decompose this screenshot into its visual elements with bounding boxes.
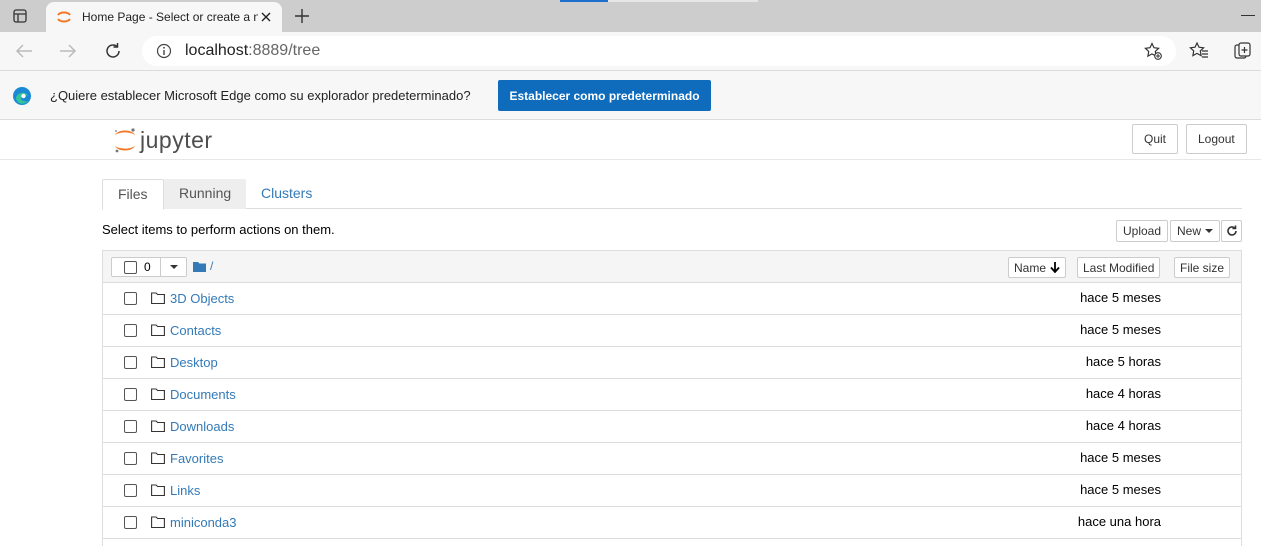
name-column-label: Name	[1014, 260, 1047, 275]
url-host: localhost	[185, 42, 249, 59]
address-bar[interactable]: localhost:8889/tree	[142, 36, 1176, 66]
list-item[interactable]: 3D Objects hace 5 meses	[103, 283, 1241, 315]
item-name-link[interactable]: Links	[170, 483, 200, 498]
item-modified: hace 5 meses	[1080, 482, 1161, 497]
item-name-link[interactable]: Documents	[170, 387, 236, 402]
site-info-icon[interactable]	[156, 43, 172, 59]
row-checkbox[interactable]	[124, 388, 137, 401]
url-text: localhost:8889/tree	[185, 42, 320, 60]
row-checkbox[interactable]	[124, 484, 137, 497]
edge-logo-icon	[13, 87, 31, 105]
new-tab-icon[interactable]	[292, 6, 312, 26]
folder-icon	[151, 452, 165, 464]
infobar-message: ¿Quiere establecer Microsoft Edge como s…	[50, 88, 471, 103]
jupyter-logo-icon	[115, 128, 135, 153]
jupyter-header: jupyter Quit Logout	[0, 120, 1261, 160]
add-favorite-icon[interactable]	[1144, 42, 1162, 60]
home-folder-icon[interactable]	[193, 261, 206, 272]
row-checkbox[interactable]	[124, 324, 137, 337]
breadcrumb[interactable]: /	[193, 259, 213, 273]
new-dropdown-button[interactable]: New	[1170, 220, 1221, 242]
item-modified: hace 4 horas	[1085, 386, 1161, 401]
item-modified: hace 5 meses	[1080, 290, 1161, 305]
favorites-icon[interactable]	[1189, 41, 1209, 61]
sort-by-name-button[interactable]: Name	[1008, 257, 1067, 278]
tab-strip-accent	[560, 0, 608, 2]
new-caret-icon	[1205, 229, 1214, 233]
set-default-button[interactable]: Establecer como predeterminado	[498, 80, 711, 111]
folder-icon	[151, 420, 165, 432]
jupyter-favicon-icon	[57, 11, 71, 23]
tab-strip-divider	[608, 0, 758, 2]
row-checkbox[interactable]	[124, 420, 137, 433]
item-modified: hace 4 horas	[1085, 418, 1161, 433]
list-item[interactable]: Desktop hace 5 horas	[103, 347, 1241, 379]
quit-button[interactable]: Quit	[1132, 124, 1179, 154]
selected-count: 0	[144, 260, 151, 274]
jupyter-logo-text: jupyter	[140, 126, 213, 153]
sort-by-modified-button[interactable]: Last Modified	[1077, 257, 1161, 278]
browser-tab-strip: Home Page - Select or create a n	[0, 0, 1261, 32]
browser-tab-title: Home Page - Select or create a n	[82, 10, 258, 24]
row-checkbox[interactable]	[124, 516, 137, 529]
dashboard-tabs: Files Running Clusters	[102, 179, 1242, 210]
tab-clusters[interactable]: Clusters	[246, 179, 327, 209]
item-name-link[interactable]: Downloads	[170, 419, 234, 434]
item-name-link[interactable]: Contacts	[170, 323, 221, 338]
select-all-box[interactable]	[124, 260, 137, 274]
select-all-checkbox[interactable]: 0	[111, 257, 161, 277]
refresh-list-button[interactable]	[1221, 220, 1242, 242]
item-name-link[interactable]: Favorites	[170, 451, 223, 466]
close-tab-icon[interactable]	[258, 9, 274, 25]
jupyter-logo[interactable]: jupyter	[112, 125, 213, 155]
browser-tab-active[interactable]: Home Page - Select or create a n	[46, 2, 282, 32]
logout-button[interactable]: Logout	[1186, 124, 1247, 154]
sort-by-size-button[interactable]: File size	[1174, 257, 1231, 278]
list-item[interactable]: Links hace 5 meses	[103, 475, 1241, 507]
item-modified: hace una hora	[1077, 514, 1161, 529]
minimize-icon[interactable]	[1241, 15, 1255, 16]
item-modified: hace 5 meses	[1080, 450, 1161, 465]
new-button-label: New	[1177, 224, 1202, 238]
folder-icon	[151, 356, 165, 368]
file-list-header: 0 / Name Last Modified File size	[103, 251, 1241, 283]
tab-files[interactable]: Files	[102, 179, 164, 210]
breadcrumb-separator: /	[210, 259, 214, 273]
folder-icon	[151, 324, 165, 336]
item-name-link[interactable]: Desktop	[170, 355, 218, 370]
row-checkbox[interactable]	[124, 452, 137, 465]
row-checkbox[interactable]	[124, 292, 137, 305]
tab-running[interactable]: Running	[164, 179, 247, 209]
item-name-link[interactable]: 3D Objects	[170, 291, 234, 306]
select-all-group: 0	[111, 257, 187, 277]
forward-arrow-icon[interactable]	[58, 41, 78, 61]
address-toolbar: localhost:8889/tree	[0, 32, 1261, 70]
sort-arrow-down-icon	[1050, 262, 1060, 273]
select-menu-dropdown[interactable]	[161, 257, 187, 277]
collections-icon[interactable]	[1233, 41, 1253, 61]
list-item[interactable]: Contacts hace 5 meses	[103, 315, 1241, 347]
selection-hint: Select items to perform actions on them.	[102, 222, 335, 237]
list-item[interactable]: Documents hace 4 horas	[103, 379, 1241, 411]
refresh-icon[interactable]	[103, 41, 123, 61]
folder-icon	[151, 388, 165, 400]
item-modified: hace 5 horas	[1085, 354, 1161, 369]
folder-icon	[151, 484, 165, 496]
row-checkbox[interactable]	[124, 356, 137, 369]
item-name-link[interactable]: miniconda3	[170, 515, 237, 530]
list-item[interactable]: Downloads hace 4 horas	[103, 411, 1241, 443]
default-browser-infobar: ¿Quiere establecer Microsoft Edge como s…	[0, 70, 1261, 120]
upload-button[interactable]: Upload	[1116, 220, 1169, 242]
list-item[interactable]: miniconda3 hace una hora	[103, 507, 1241, 539]
chevron-down-icon	[169, 265, 178, 269]
folder-icon	[151, 292, 165, 304]
list-item[interactable]: Favorites hace 5 meses	[103, 443, 1241, 475]
tab-actions-icon[interactable]	[10, 7, 30, 25]
url-path: :8889/tree	[248, 42, 321, 59]
item-modified: hace 5 meses	[1080, 322, 1161, 337]
refresh-list-icon	[1226, 225, 1237, 236]
file-list: 0 / Name Last Modified File size 3D Obje…	[102, 250, 1242, 546]
folder-icon	[151, 516, 165, 528]
back-arrow-icon[interactable]	[14, 41, 34, 61]
